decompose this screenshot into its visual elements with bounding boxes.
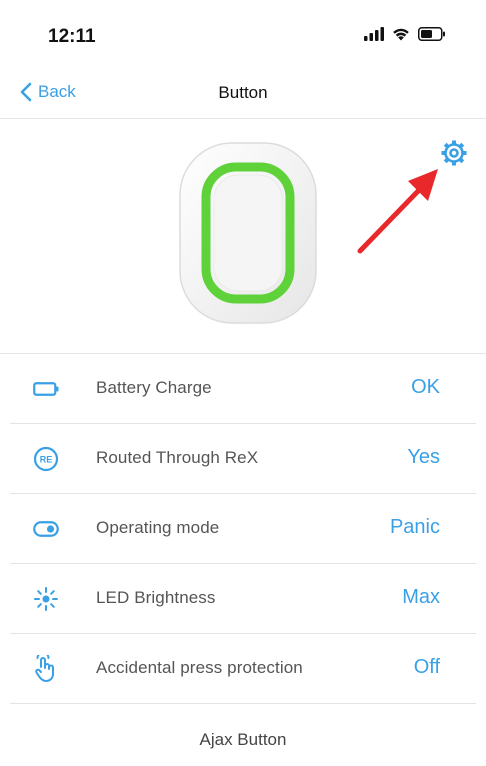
row-value: Yes (407, 446, 440, 468)
device-name-footer: Ajax Button (199, 730, 287, 749)
brightness-icon (32, 585, 60, 613)
status-bar: 12:11 (0, 0, 486, 70)
red-arrow-annotation (357, 169, 438, 254)
status-time: 12:11 (48, 26, 96, 47)
row-label: Battery Charge (96, 378, 212, 397)
toggle-icon (32, 515, 60, 543)
wifi-icon (393, 28, 409, 41)
rex-icon: RE (32, 445, 60, 473)
press-hand-icon (32, 655, 60, 683)
row-routed-through-rex[interactable]: RE Routed Through ReX Yes (10, 424, 476, 494)
row-label: LED Brightness (96, 588, 216, 607)
row-operating-mode[interactable]: Operating mode Panic (10, 494, 476, 564)
device-hero (0, 119, 486, 354)
nav-bar: Back Button (0, 70, 486, 119)
row-battery-charge[interactable]: Battery Charge OK (10, 354, 476, 424)
device-info-list: Battery Charge OK RE Routed Through ReX … (10, 354, 476, 704)
row-accidental-press-protection[interactable]: Accidental press protection Off (10, 634, 476, 704)
row-value: OK (411, 376, 440, 398)
row-value: Panic (389, 516, 440, 538)
page-title: Button (218, 83, 268, 102)
battery-outline-icon (32, 375, 60, 403)
svg-text:RE: RE (40, 455, 53, 465)
battery-icon (418, 27, 445, 41)
row-label: Accidental press protection (96, 658, 303, 677)
status-icons (364, 27, 446, 41)
row-value: Off (413, 656, 440, 678)
row-label: Operating mode (96, 518, 220, 537)
row-value: Max (402, 586, 440, 608)
row-led-brightness[interactable]: LED Brightness Max (10, 564, 476, 634)
row-label: Routed Through ReX (96, 448, 259, 467)
button-device-image (179, 142, 317, 324)
cellular-signal-icon (364, 27, 384, 41)
